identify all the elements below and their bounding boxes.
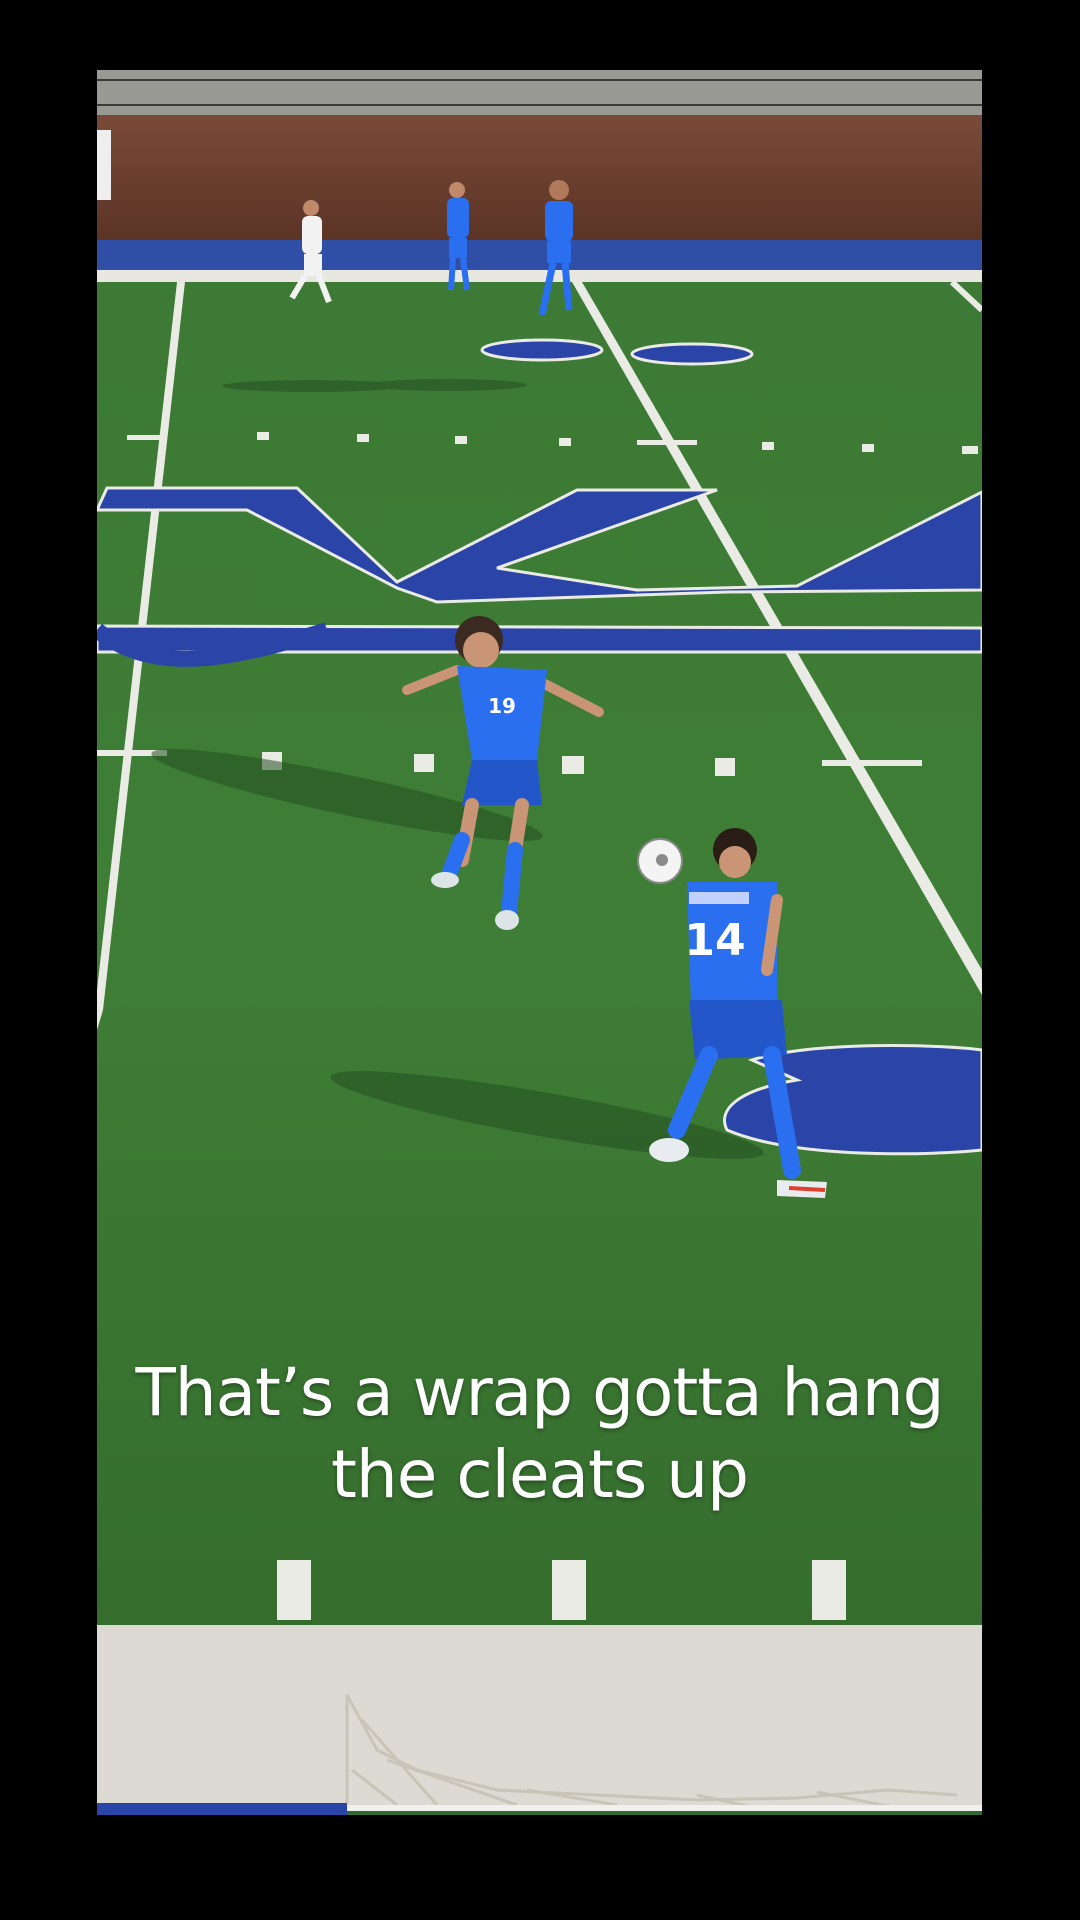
stadium-wall — [97, 115, 982, 240]
video-caption: That’s a wrap gotta hang the cleats up — [97, 1352, 982, 1516]
video-frame[interactable]: 19 14 — [97, 70, 982, 1850]
caption-line-2: the cleats up — [331, 1436, 749, 1513]
fence — [97, 70, 982, 115]
video-screen: 19 14 That’s a wrap gotta hang the cleat… — [0, 0, 1080, 1920]
soccer-ball — [637, 838, 683, 884]
jersey-number-14: 14 — [684, 915, 745, 966]
soccer-scene: 19 14 — [97, 70, 982, 1850]
goal-area-sand — [97, 1625, 982, 1805]
caption-line-1: That’s a wrap gotta hang — [135, 1354, 944, 1431]
jersey-number-19: 19 — [488, 694, 516, 718]
